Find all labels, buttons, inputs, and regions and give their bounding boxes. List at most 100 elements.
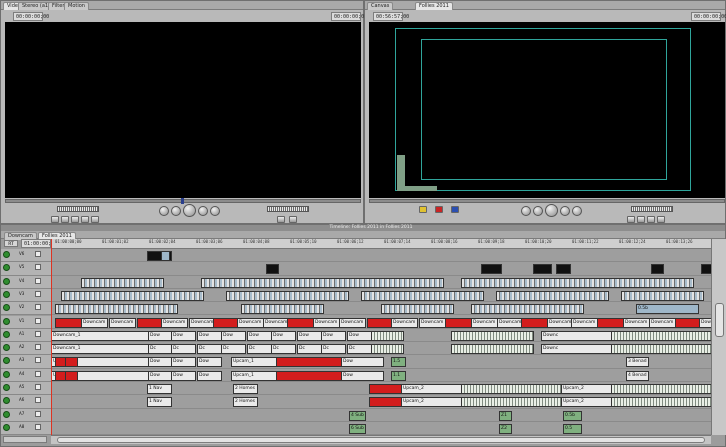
timeline-clip[interactable]: Downcam	[419, 317, 446, 328]
track-header-v6[interactable]: V6	[1, 249, 51, 263]
timeline-clip[interactable]: 4 Benad	[626, 370, 649, 381]
viewer-play-around-button[interactable]	[210, 206, 220, 216]
viewer-jog-control[interactable]	[267, 206, 309, 212]
viewer-next-edit-button[interactable]	[198, 206, 208, 216]
timeline-clip[interactable]: 3 Benad	[626, 357, 649, 368]
timeline-clip[interactable]	[276, 370, 344, 381]
track-visibility-icon[interactable]	[3, 344, 10, 352]
timeline-clip[interactable]	[675, 317, 702, 328]
timeline-clip[interactable]: Downcam	[237, 317, 264, 328]
canvas-overwrite-button[interactable]	[451, 206, 459, 213]
timeline-clip[interactable]: Dc	[171, 344, 196, 355]
track-visibility-icon[interactable]	[3, 277, 10, 285]
viewer-playhead-marker[interactable]	[181, 198, 184, 204]
timeline-clip[interactable]	[201, 277, 444, 288]
canvas-play-in-out-button[interactable]	[521, 206, 531, 216]
canvas-mark-in-button[interactable]	[627, 216, 635, 223]
timeline-clip[interactable]	[61, 290, 204, 301]
track-lock-icon[interactable]	[35, 344, 41, 351]
tab-motion[interactable]: Motion	[64, 2, 89, 10]
track-header-v3[interactable]: V3	[1, 288, 51, 303]
timeline-clip[interactable]	[461, 277, 694, 288]
viewer-play-button[interactable]	[183, 204, 196, 217]
rt-menu[interactable]: RT	[4, 240, 18, 247]
timeline-clip[interactable]: Dc	[321, 344, 346, 355]
track-visibility-icon[interactable]	[3, 397, 10, 405]
timeline-clip[interactable]: Dow	[197, 357, 222, 368]
timeline-tracks-area[interactable]: 0.5b Downcam Downcam Downcam Downcam Downcam D…	[51, 249, 726, 436]
viewer-prev-edit-button[interactable]	[171, 206, 181, 216]
canvas-current-timecode[interactable]: 00:00:00;00	[691, 12, 726, 21]
timeline-clip[interactable]: Dow	[221, 330, 246, 341]
timeline-current-timecode[interactable]: 01:00:00;00	[21, 239, 57, 248]
viewer-generator-button[interactable]	[289, 216, 297, 223]
track-header-a7[interactable]: A7	[1, 408, 51, 422]
track-lock-icon[interactable]	[35, 357, 41, 364]
track-lock-icon[interactable]	[35, 397, 41, 404]
track-header-a1[interactable]: A1	[1, 328, 51, 343]
canvas-recent-clips-button[interactable]	[419, 206, 427, 213]
timeline-clip[interactable]	[137, 317, 164, 328]
track-lane-v5[interactable]	[51, 262, 711, 276]
track-visibility-icon[interactable]	[3, 370, 10, 378]
timeline-clip[interactable]	[461, 384, 564, 394]
timeline-clip[interactable]: Downc	[541, 330, 614, 341]
timeline-clip[interactable]: Z1	[499, 410, 512, 421]
timeline-clip[interactable]: Upcam_2	[401, 384, 464, 394]
timeline-clip[interactable]: 2 Homes	[233, 384, 258, 394]
timeline-clip[interactable]	[597, 317, 624, 328]
track-header-v2[interactable]: V2	[1, 302, 51, 316]
canvas-video-area[interactable]	[369, 22, 725, 198]
timeline-clip[interactable]	[276, 357, 344, 368]
viewer-video-area[interactable]	[5, 22, 361, 198]
track-header-a8[interactable]: A8	[1, 421, 51, 436]
track-visibility-icon[interactable]	[3, 423, 10, 431]
track-header-a6[interactable]: A6	[1, 395, 51, 409]
track-lock-icon[interactable]	[35, 384, 41, 390]
track-visibility-icon[interactable]	[3, 384, 10, 391]
timeline-clip[interactable]: Downcam_1	[51, 330, 149, 341]
track-visibility-icon[interactable]	[3, 304, 10, 312]
timeline-clip[interactable]: Dc	[221, 344, 246, 355]
timeline-ruler[interactable]: 01:00:00;00 01:00:01;02 01:00:02;04 01:00:0…	[51, 239, 711, 249]
viewer-mark-in-button[interactable]	[61, 216, 69, 223]
track-visibility-icon[interactable]	[3, 264, 10, 272]
timeline-clip[interactable]: Dow	[197, 330, 222, 341]
canvas-mark-out-button[interactable]	[637, 216, 645, 223]
timeline-clip[interactable]: Downcam	[649, 317, 676, 328]
canvas-recent-clips-button-2[interactable]	[435, 206, 443, 213]
timeline-clip[interactable]	[461, 397, 564, 408]
timeline-clip[interactable]: Downcam	[497, 317, 524, 328]
timeline-clip[interactable]: Dow	[321, 330, 346, 341]
timeline-clip[interactable]	[361, 290, 484, 301]
timeline-clip[interactable]: Z2	[499, 423, 512, 434]
viewer-current-timecode[interactable]: 00:00:00;00	[331, 12, 367, 21]
timeline-clip[interactable]: 2 Homes	[233, 397, 258, 408]
timeline-clip[interactable]	[367, 317, 394, 328]
timeline-clip[interactable]	[161, 251, 170, 261]
zoom-slider[interactable]	[3, 436, 47, 443]
timeline-clip[interactable]	[226, 290, 349, 301]
viewer-shuttle-control[interactable]	[57, 206, 99, 212]
timeline-clip[interactable]: Dow	[247, 330, 272, 341]
timeline-clip[interactable]: Dow	[148, 357, 173, 368]
timeline-horizontal-scrollbar[interactable]	[51, 435, 711, 444]
timeline-clip[interactable]: 0.5	[563, 423, 582, 434]
timeline-clip[interactable]: Dc	[297, 344, 322, 355]
track-header-a3[interactable]: A3	[1, 355, 51, 369]
track-lock-icon[interactable]	[35, 304, 41, 311]
timeline-clip[interactable]	[556, 264, 571, 275]
timeline-clip[interactable]	[65, 370, 78, 381]
track-header-a5[interactable]: A5	[1, 382, 51, 396]
canvas-prev-edit-button[interactable]	[533, 206, 543, 216]
timeline-clip[interactable]: Dow	[148, 330, 173, 341]
timeline-clip[interactable]: Downcam	[471, 317, 498, 328]
tab-follies-2011-canvas[interactable]: Follies 2011	[415, 2, 453, 10]
viewer-mark-out-button[interactable]	[71, 216, 79, 223]
timeline-clip[interactable]: Dow	[171, 330, 196, 341]
timeline-clip[interactable]	[369, 384, 402, 394]
timeline-clip[interactable]: Downcam	[189, 317, 216, 328]
timeline-clip[interactable]	[611, 397, 714, 408]
track-visibility-icon[interactable]	[3, 357, 10, 365]
timeline-clip[interactable]: Dow	[171, 357, 196, 368]
